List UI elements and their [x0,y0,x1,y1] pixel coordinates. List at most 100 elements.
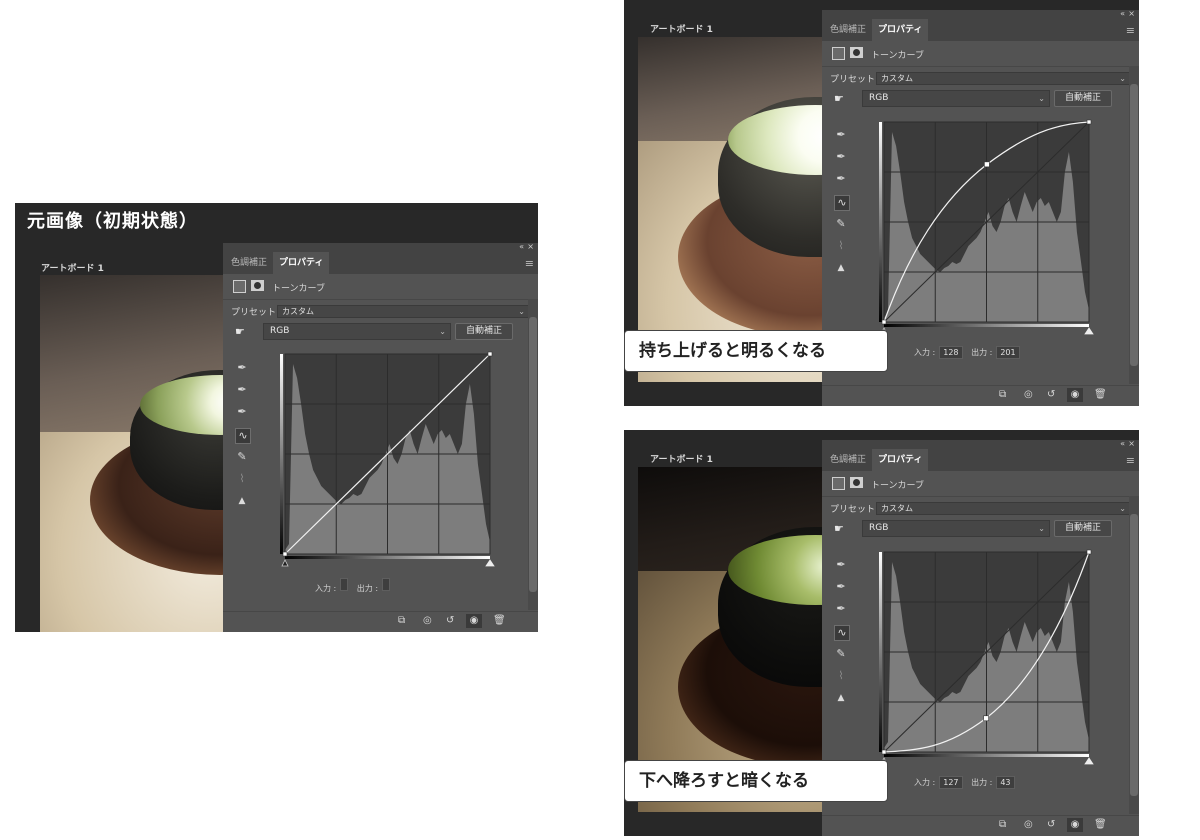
channel-dropdown[interactable]: RGB ⌄ [862,90,1050,107]
preset-label: プリセット : [830,75,881,85]
target-adjustment-hand-icon[interactable]: ☛ [235,325,245,338]
reset-icon[interactable]: ↺ [1047,389,1055,400]
curves-graph[interactable] [876,546,1101,770]
close-icon[interactable]: × [1128,9,1139,18]
black-point-eyedropper-icon[interactable]: ✒ [834,558,848,572]
pencil-tool-icon[interactable]: ✎ [834,217,848,231]
preset-dropdown[interactable]: カスタム ⌄ [876,502,1131,515]
preset-dropdown[interactable]: カスタム ⌄ [876,72,1131,85]
white-point-eyedropper-icon[interactable]: ✒ [834,602,848,616]
panel-scrollbar[interactable] [1129,496,1139,814]
channel-dropdown[interactable]: RGB ⌄ [263,323,451,340]
curve-point-black [881,319,887,325]
visibility-eye-icon[interactable]: ◉ [1067,388,1083,402]
trash-icon[interactable]: 🗑 [493,615,506,626]
target-adjustment-hand-icon[interactable]: ☛ [834,522,844,535]
tab-properties[interactable]: プロパティ [872,449,929,471]
panel-bottom-bar: ⧉ ◎ ↺ ◉ 🗑 [822,815,1139,836]
auto-button[interactable]: 自動補正 [1054,520,1112,537]
adjustment-type-label: トーンカーブ [871,51,925,61]
black-point-eyedropper-icon[interactable]: ✒ [235,361,249,375]
tab-adjustments[interactable]: 色調補正 [824,449,872,471]
preset-label: プリセット : [231,308,282,318]
output-gradient-bar [280,354,283,554]
preset-dropdown[interactable]: カスタム ⌄ [277,305,530,318]
input-value-field[interactable]: 127 [939,776,963,789]
auto-button[interactable]: 自動補正 [1054,90,1112,107]
tab-adjustments[interactable]: 色調補正 [824,19,872,41]
smooth-curve-icon[interactable]: ⌇ [834,239,848,253]
gray-point-eyedropper-icon[interactable]: ✒ [834,150,848,164]
output-value-field[interactable] [382,578,391,591]
clip-to-layer-icon[interactable]: ⧉ [398,615,405,626]
curve-point-tool-icon[interactable]: ∿ [235,428,251,444]
gray-point-eyedropper-icon[interactable]: ✒ [235,383,249,397]
input-output-readout: 入力 : 出力 : [315,578,396,594]
white-point-slider [1084,327,1094,335]
white-point-eyedropper-icon[interactable]: ✒ [235,405,249,419]
tab-properties[interactable]: プロパティ [273,252,330,274]
panel-menu-icon[interactable]: ≡ [1126,24,1135,37]
output-value-field[interactable]: 43 [996,776,1015,789]
panel-menu-icon[interactable]: ≡ [1126,454,1135,467]
input-value-field[interactable] [340,578,349,591]
clip-to-layer-icon[interactable]: ⧉ [999,819,1006,830]
visibility-eye-icon[interactable]: ◉ [1067,818,1083,832]
tab-properties[interactable]: プロパティ [872,19,929,41]
black-point-eyedropper-icon[interactable]: ✒ [834,128,848,142]
panel-bottom-bar: ⧉ ◎ ↺ ◉ 🗑 [223,611,538,632]
clipping-warning-icon[interactable]: ▲ [834,261,848,275]
layer-mask-icon[interactable] [850,477,863,488]
panel-scrollbar[interactable] [528,299,538,610]
curve-point-midtone [983,715,989,722]
white-point-slider [485,559,495,567]
chevron-down-icon: ⌄ [439,327,446,336]
curve-point-tool-icon[interactable]: ∿ [834,625,850,641]
output-value-field[interactable]: 201 [996,346,1020,359]
clipping-warning-icon[interactable]: ▲ [834,691,848,705]
white-point-slider [1084,757,1094,765]
white-point-eyedropper-icon[interactable]: ✒ [834,172,848,186]
pencil-tool-icon[interactable]: ✎ [235,450,249,464]
input-value-field[interactable]: 128 [939,346,963,359]
smooth-curve-icon[interactable]: ⌇ [834,669,848,683]
chevron-down-icon: ⌄ [518,307,525,316]
curve-point-black [881,749,887,755]
view-previous-state-icon[interactable]: ◎ [1024,819,1033,830]
output-gradient-bar [879,552,882,752]
original-screenshot: 元画像（初期状態） アートボード 1 « × 色調補正 プロパティ ≡ トーンカ… [15,203,538,632]
clip-to-layer-icon[interactable]: ⧉ [999,389,1006,400]
channel-dropdown[interactable]: RGB ⌄ [862,520,1050,537]
curves-graph[interactable] [277,348,502,572]
panel-scrollbar[interactable] [1129,66,1139,384]
panel-menu-icon[interactable]: ≡ [525,257,534,270]
artboard-label: アートボード 1 [41,264,104,274]
clipping-warning-icon[interactable]: ▲ [235,494,249,508]
gray-point-eyedropper-icon[interactable]: ✒ [834,580,848,594]
original-heading: 元画像（初期状態） [27,211,198,232]
reset-icon[interactable]: ↺ [1047,819,1055,830]
curves-adjustment-icon [233,280,246,293]
target-adjustment-hand-icon[interactable]: ☛ [834,92,844,105]
smooth-curve-icon[interactable]: ⌇ [235,472,249,486]
layer-mask-icon[interactable] [850,47,863,58]
darker-screenshot: アートボード 1 « × 色調補正 プロパティ ≡ トーンカーブ プリセット :… [624,430,1139,836]
reset-icon[interactable]: ↺ [446,615,454,626]
trash-icon[interactable]: 🗑 [1094,819,1107,830]
trash-icon[interactable]: 🗑 [1094,389,1107,400]
close-icon[interactable]: × [527,242,538,251]
artboard-label: アートボード 1 [650,455,713,465]
view-previous-state-icon[interactable]: ◎ [423,615,432,626]
tab-adjustments[interactable]: 色調補正 [225,252,273,274]
curve-point-tool-icon[interactable]: ∿ [834,195,850,211]
visibility-eye-icon[interactable]: ◉ [466,614,482,628]
brighter-callout: 持ち上げると明るくなる [624,330,888,372]
input-gradient-bar [884,324,1089,327]
curves-graph[interactable] [876,116,1101,340]
pencil-tool-icon[interactable]: ✎ [834,647,848,661]
layer-mask-icon[interactable] [251,280,264,291]
auto-button[interactable]: 自動補正 [455,323,513,340]
curve-point-black [282,551,288,557]
close-icon[interactable]: × [1128,439,1139,448]
view-previous-state-icon[interactable]: ◎ [1024,389,1033,400]
